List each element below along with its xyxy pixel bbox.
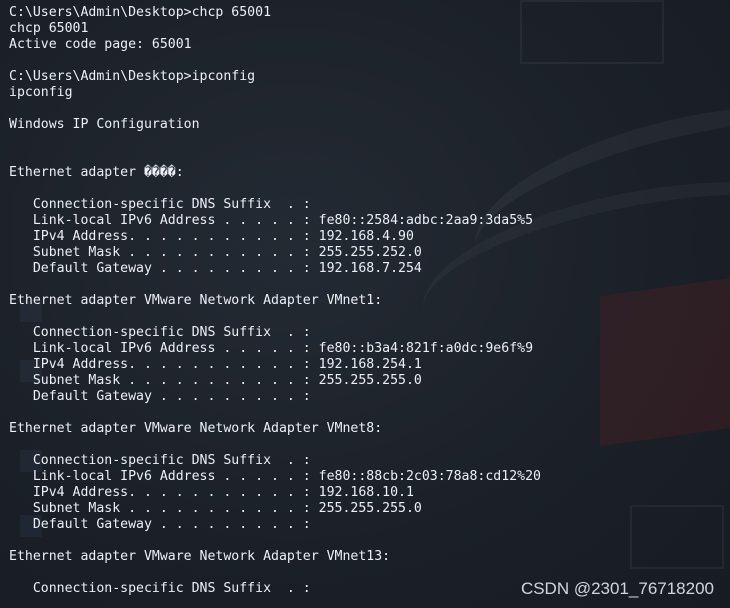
terminal-line: Ethernet adapter ����: [9,165,184,180]
terminal-line: Ethernet adapter VMware Network Adapter … [9,421,383,436]
terminal-line: Default Gateway . . . . . . . . . : 192.… [9,261,422,276]
terminal-line: C:\Users\Admin\Desktop>ipconfig [9,69,256,84]
terminal-line: Default Gateway . . . . . . . . . : [9,517,311,532]
watermark-text: CSDN @2301_76718200 [520,579,714,598]
terminal-line: Active code page: 65001 [9,37,192,52]
terminal-line: Subnet Mask . . . . . . . . . . . : 255.… [9,245,422,260]
terminal-line: Connection-specific DNS Suffix . : [9,197,311,212]
terminal-line: Ethernet adapter VMware Network Adapter … [9,549,391,564]
terminal-line: Link-local IPv6 Address . . . . . : fe80… [9,469,541,484]
terminal-line: Connection-specific DNS Suffix . : [9,325,311,340]
terminal-window[interactable]: C:\Users\Admin\Desktop>chcp 65001 chcp 65… [0,0,730,608]
terminal-line: Subnet Mask . . . . . . . . . . . : 255.… [9,501,422,516]
terminal-line: C:\Users\Admin\Desktop>chcp 65001 [9,5,272,20]
terminal-line: chcp 65001 [9,21,89,36]
terminal-line: IPv4 Address. . . . . . . . . . . : 192.… [9,485,414,500]
terminal-line: Link-local IPv6 Address . . . . . : fe80… [9,341,534,356]
terminal-line: Ethernet adapter VMware Network Adapter … [9,293,383,308]
terminal-line: IPv4 Address. . . . . . . . . . . : 192.… [9,357,422,372]
terminal-output[interactable]: C:\Users\Admin\Desktop>chcp 65001 chcp 65… [0,0,730,597]
terminal-line: Connection-specific DNS Suffix . : [9,453,311,468]
terminal-line: IPv4 Address. . . . . . . . . . . : 192.… [9,229,414,244]
terminal-line: Subnet Mask . . . . . . . . . . . : 255.… [9,373,422,388]
terminal-line: ipconfig [9,85,73,100]
terminal-line: Link-local IPv6 Address . . . . . : fe80… [9,213,534,228]
terminal-line: Windows IP Configuration [9,117,200,132]
terminal-line: Default Gateway . . . . . . . . . : [9,389,311,404]
